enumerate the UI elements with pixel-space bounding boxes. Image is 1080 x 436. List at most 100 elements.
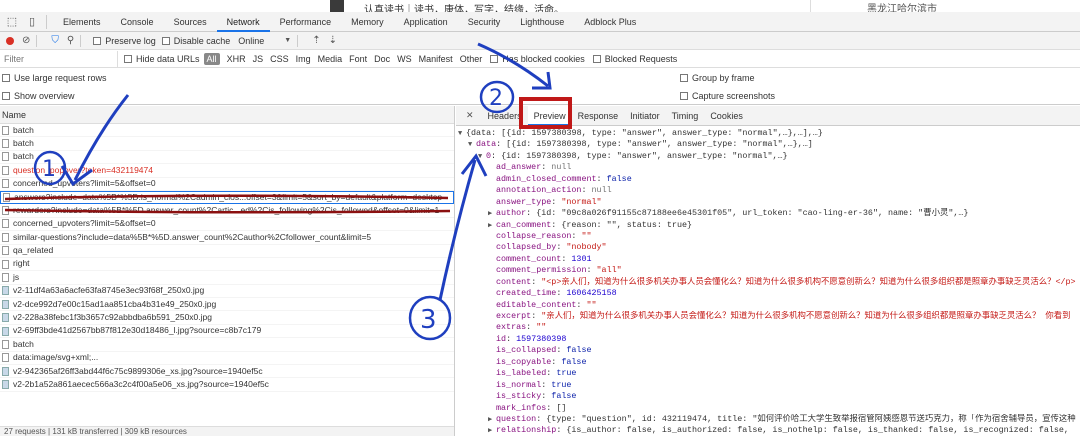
inspect-element-icon[interactable]: ⬚ [4,15,20,29]
type-filter-other[interactable]: Other [460,54,483,64]
request-row[interactable]: rewarders?include=data%5B*%5D.answer_cou… [0,204,454,218]
tab-performance[interactable]: Performance [270,12,342,32]
detail-tabs: ✕ Headers Preview Response Initiator Tim… [456,106,1080,126]
export-icon[interactable]: ⇣ [329,35,337,46]
expand-triangle-icon[interactable]: ▶ [488,209,496,219]
type-filter-css[interactable]: CSS [270,54,289,64]
request-row[interactable]: batch [0,137,454,151]
blocked-requests-checkbox[interactable]: Blocked Requests [592,54,677,64]
json-line[interactable]: ▼ {data: [{id: 1597380398, type: "answer"… [456,128,1080,139]
json-value: "" [536,322,547,333]
blocked-cookies-checkbox[interactable]: Has blocked cookies [490,54,585,64]
tab-network[interactable]: Network [216,12,270,32]
device-toolbar-icon[interactable]: ▯ [24,15,40,29]
filter-input[interactable]: Filter [0,50,118,68]
expand-triangle-icon[interactable]: ▼ [458,129,466,139]
filter-icon[interactable]: ⛉ [51,35,59,46]
json-line: collapse_reason: "" [456,231,1080,242]
request-row[interactable]: batch [0,338,454,352]
request-row[interactable]: v2-2b1a52a861aecec566a3c2c4f00a5e06_xs.j… [0,378,454,392]
request-row[interactable]: batch [0,151,454,165]
close-icon[interactable]: ✕ [466,110,474,121]
record-button[interactable] [6,36,14,45]
request-row[interactable]: concerned_upvoters?limit=5&offset=0 [0,218,454,232]
type-filter-all[interactable]: All [203,53,220,65]
json-line: created_time: 1606425158 [456,288,1080,299]
json-line[interactable]: ▶ author: {id: "09c8a026f91155c87188ee6e4… [456,208,1080,219]
json-value: true [556,368,577,379]
throttle-select[interactable]: Online ▼ [238,36,291,46]
expand-triangle-icon[interactable]: ▶ [488,415,496,425]
request-row[interactable]: v2-228a38febc1f3b3657c92abbdba6b591_250x… [0,311,454,325]
request-row[interactable]: similar-questions?include=data%5B*%5D.an… [0,231,454,245]
tab-elements[interactable]: Elements [53,12,111,32]
request-row[interactable]: v2-11df4a63a6acfe63fa8745e3ec93f68f_250x… [0,285,454,299]
tab-sources[interactable]: Sources [164,12,217,32]
json-line[interactable]: ▶ question: {type: "question", id: 432119… [456,414,1080,425]
request-list: Name batch batch batch question_popover?tok… [0,106,455,436]
type-filter-img[interactable]: Img [296,54,311,64]
expand-triangle-icon[interactable]: ▶ [488,426,496,436]
json-line[interactable]: ▼ 0: {id: 1597380398, type: "answer", ans… [456,151,1080,162]
detail-panel: ✕ Headers Preview Response Initiator Tim… [456,106,1080,436]
show-overview-checkbox[interactable]: Show overview [2,91,75,101]
request-row[interactable]: v2-dce992d7e00c15ad1aa851cba4b31e49_250x… [0,298,454,312]
request-row[interactable]: qa_related [0,245,454,258]
json-key: relationship [496,425,557,436]
request-row[interactable]: right [0,258,454,272]
tab-initiator[interactable]: Initiator [624,106,666,126]
tab-timing[interactable]: Timing [666,106,705,126]
type-filter-xhr[interactable]: XHR [227,54,246,64]
request-row[interactable]: v2-69ff3bde41d2567bb87f812e30d18486_l.jp… [0,325,454,339]
json-key: created_time [496,288,557,299]
filter-bar: Filter Hide data URLs All XHR JS CSS Img… [0,50,1080,68]
search-icon[interactable]: ⚲ [67,35,74,46]
name-column-header[interactable]: Name [0,106,454,124]
group-by-frame-checkbox[interactable]: Group by frame [680,73,755,83]
tab-cookies[interactable]: Cookies [704,106,749,126]
type-filter-media[interactable]: Media [318,54,343,64]
json-value: "" [586,299,597,310]
preserve-log-checkbox[interactable]: Preserve log [93,36,156,46]
type-filter-js[interactable]: JS [253,54,264,64]
type-filter-font[interactable]: Font [349,54,367,64]
tab-application[interactable]: Application [394,12,458,32]
json-line: collapsed_by: "nobody" [456,242,1080,253]
json-colon: : [546,368,557,379]
request-row[interactable]: v2-942365af26ff3abd44f6c75c9899306e_xs.j… [0,365,454,379]
type-filter-doc[interactable]: Doc [374,54,390,64]
json-key: author [496,208,527,219]
json-colon: : [551,196,562,207]
request-row[interactable]: js [0,271,454,285]
request-row[interactable]: answers?include=data%5B*%5D.is_normal%2C… [0,190,454,205]
request-row[interactable]: concerned_upvoters?limit=5&offset=0 [0,178,454,191]
type-filter-manifest[interactable]: Manifest [419,54,453,64]
large-rows-checkbox[interactable]: Use large request rows [2,73,107,83]
tab-adblock-plus[interactable]: Adblock Plus [574,12,646,32]
expand-triangle-icon[interactable]: ▼ [478,152,486,162]
json-line[interactable]: ▶ relationship: {is_author: false, is_aut… [456,425,1080,436]
request-row[interactable]: question_popover?token=432119474 [0,164,454,178]
request-name: v2-69ff3bde41d2567bb87f812e30d18486_l.jp… [13,325,262,336]
tab-preview[interactable]: Preview [527,106,572,126]
tab-lighthouse[interactable]: Lighthouse [510,12,574,32]
request-row[interactable]: data:image/svg+xml;... [0,352,454,366]
type-filter-ws[interactable]: WS [397,54,412,64]
expand-triangle-icon[interactable]: ▶ [488,221,496,231]
json-line[interactable]: ▼ data: [{id: 1597380398, type: "answer",… [456,139,1080,150]
tab-response[interactable]: Response [572,106,625,126]
hide-data-urls-checkbox[interactable]: Hide data URLs [124,54,200,64]
request-row[interactable]: batch [0,124,454,138]
import-icon[interactable]: ⇡ [312,35,320,46]
clear-icon[interactable]: ⊘ [22,35,30,46]
tab-console[interactable]: Console [111,12,164,32]
json-line[interactable]: ▶ can_comment: {reason: "", status: true} [456,220,1080,231]
tab-memory[interactable]: Memory [341,12,394,32]
capture-screenshots-checkbox[interactable]: Capture screenshots [680,91,775,101]
tab-headers[interactable]: Headers [482,106,528,126]
disable-cache-checkbox[interactable]: Disable cache [161,36,230,46]
tab-security[interactable]: Security [458,12,511,32]
json-line: admin_closed_comment: false [456,174,1080,185]
expand-triangle-icon[interactable]: ▼ [468,140,476,150]
json-key: collapsed_by [496,242,557,253]
